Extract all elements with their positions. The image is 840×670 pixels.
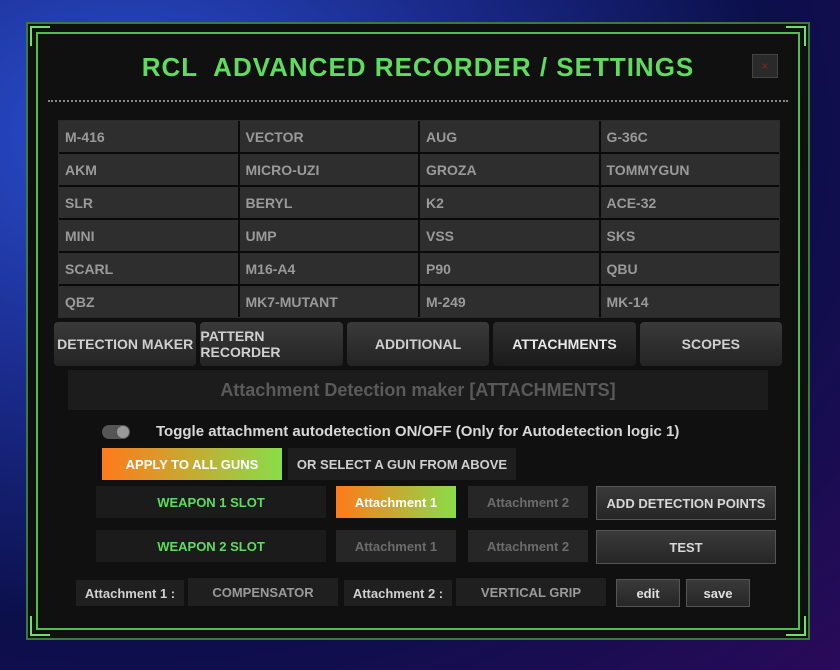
weapon-2-slot[interactable]: WEAPON 2 SLOT (96, 530, 326, 562)
gun-mk14[interactable]: MK-14 (600, 286, 779, 317)
gun-aug[interactable]: AUG (420, 121, 599, 152)
tab-pattern-recorder[interactable]: PATTERN RECORDER (200, 322, 343, 366)
corner-decoration (30, 616, 50, 636)
gun-vector[interactable]: VECTOR (239, 121, 418, 152)
tab-detection-maker[interactable]: DETECTION MAKER (54, 322, 197, 366)
gun-groza[interactable]: GROZA (420, 154, 599, 185)
add-detection-points-button[interactable]: ADD DETECTION POINTS (596, 486, 776, 520)
gun-k2[interactable]: K2 (420, 187, 599, 218)
tab-scopes[interactable]: SCOPES (639, 322, 783, 366)
gun-beryl[interactable]: BERYL (239, 187, 418, 218)
save-button[interactable]: save (686, 579, 750, 607)
toggle-knob (117, 426, 129, 438)
gun-sks[interactable]: SKS (600, 220, 779, 251)
gun-akm[interactable]: AKM (59, 154, 238, 185)
tab-attachments[interactable]: ATTACHMENTS (493, 322, 636, 366)
close-icon: × (761, 59, 769, 73)
select-gun-button[interactable]: OR SELECT A GUN FROM ABOVE (288, 448, 516, 480)
tab-additional[interactable]: ADDITIONAL (346, 322, 490, 366)
gun-vss[interactable]: VSS (420, 220, 599, 251)
toggle-label: Toggle attachment autodetection ON/OFF (… (156, 423, 680, 440)
attachment-1-value: COMPENSATOR (188, 578, 338, 606)
corner-decoration (786, 26, 806, 46)
weapon-1-slot[interactable]: WEAPON 1 SLOT (96, 486, 326, 518)
gun-g36c[interactable]: G-36C (600, 121, 779, 152)
attachment-2-value: VERTICAL GRIP (456, 578, 606, 606)
gun-p90[interactable]: P90 (420, 253, 599, 284)
gun-m416[interactable]: M-416 (59, 121, 238, 152)
apply-all-guns-button[interactable]: APPLY TO ALL GUNS (102, 448, 282, 480)
settings-window: RCL ADVANCED RECORDER / SETTINGS × M-416… (26, 22, 810, 640)
gun-qbz[interactable]: QBZ (59, 286, 238, 317)
gun-mk7-mutant[interactable]: MK7-MUTANT (239, 286, 418, 317)
weapon-1-attachment-1-button[interactable]: Attachment 1 (336, 486, 456, 518)
corner-decoration (786, 616, 806, 636)
weapon-2-attachment-2-button[interactable]: Attachment 2 (468, 530, 588, 562)
gun-scarl[interactable]: SCARL (59, 253, 238, 284)
gun-ace32[interactable]: ACE-32 (600, 187, 779, 218)
gun-slr[interactable]: SLR (59, 187, 238, 218)
test-button[interactable]: TEST (596, 530, 776, 564)
tab-bar: DETECTION MAKER PATTERN RECORDER ADDITIO… (54, 322, 783, 366)
weapon-2-attachment-1-button[interactable]: Attachment 1 (336, 530, 456, 562)
gun-m16a4[interactable]: M16-A4 (239, 253, 418, 284)
weapon-1-attachment-2-button[interactable]: Attachment 2 (468, 486, 588, 518)
gun-grid: M-416 VECTOR AUG G-36C AKM MICRO-UZI GRO… (58, 120, 780, 318)
title-divider (48, 100, 788, 102)
gun-m249[interactable]: M-249 (420, 286, 599, 317)
attachment-2-label: Attachment 2 : (344, 580, 452, 606)
window-title: RCL ADVANCED RECORDER / SETTINGS (141, 52, 695, 82)
autodetection-toggle[interactable] (102, 425, 130, 439)
gun-micro-uzi[interactable]: MICRO-UZI (239, 154, 418, 185)
gun-mini[interactable]: MINI (59, 220, 238, 251)
gun-qbu[interactable]: QBU (600, 253, 779, 284)
section-title: Attachment Detection maker [ATTACHMENTS] (68, 370, 768, 410)
attachment-1-label: Attachment 1 : (76, 580, 184, 606)
gun-tommygun[interactable]: TOMMYGUN (600, 154, 779, 185)
corner-decoration (30, 26, 50, 46)
close-button[interactable]: × (752, 54, 778, 78)
gun-ump[interactable]: UMP (239, 220, 418, 251)
edit-button[interactable]: edit (616, 579, 680, 607)
